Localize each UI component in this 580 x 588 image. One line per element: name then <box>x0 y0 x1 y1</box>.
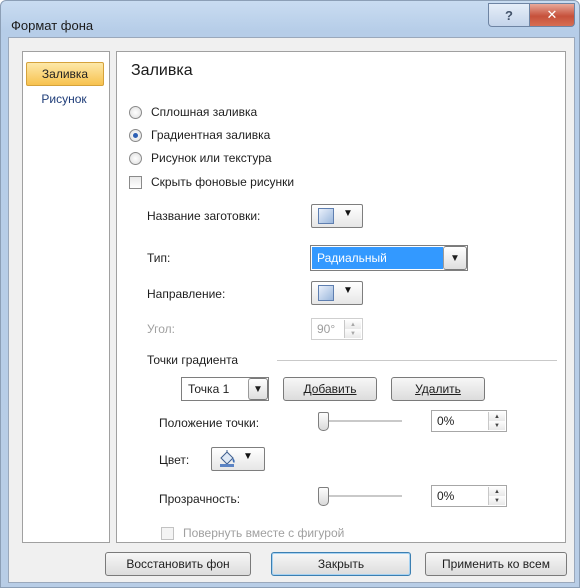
stop-position-spinner[interactable]: 0% ▲ ▼ <box>431 410 507 432</box>
solid-fill-label: Сплошная заливка <box>151 105 258 119</box>
rotate-with-shape-option[interactable]: Повернуть вместе с фигурой <box>161 524 344 542</box>
angle-spinner[interactable]: 90° ▲ ▼ <box>311 318 363 340</box>
category-item-label: Рисунок <box>41 92 87 106</box>
stop-position-slider[interactable] <box>318 411 402 431</box>
close-window-button[interactable]: ✕ <box>529 3 575 27</box>
spin-down-icon[interactable]: ▼ <box>489 421 505 430</box>
spin-up-icon[interactable]: ▲ <box>489 412 505 421</box>
dialog-title: Формат фона <box>11 18 94 33</box>
fill-settings-panel: Заливка Сплошная заливка Градиентная зал… <box>116 51 566 543</box>
color-label: Цвет: <box>159 453 190 467</box>
gradient-swatch-icon <box>318 208 334 224</box>
category-item-picture[interactable]: Рисунок <box>26 88 102 110</box>
hide-background-graphics-option[interactable]: Скрыть фоновые рисунки <box>129 173 294 191</box>
gradient-type-select[interactable]: Радиальный ▼ <box>310 245 468 271</box>
gradient-direction-icon <box>318 285 334 301</box>
gradient-stop-value: Точка 1 <box>188 382 230 396</box>
type-label: Тип: <box>147 251 171 265</box>
preset-label: Название заготовки: <box>147 209 261 223</box>
spinner-arrows[interactable]: ▲ ▼ <box>344 320 361 338</box>
solid-fill-radio[interactable] <box>129 105 142 119</box>
slider-track <box>318 495 402 497</box>
dialog-body: Заливка Рисунок Заливка Сплошная заливка… <box>8 37 575 583</box>
close-button[interactable]: Закрыть <box>271 552 411 576</box>
gradient-fill-option[interactable]: Градиентная заливка <box>129 126 270 144</box>
picture-texture-radio[interactable] <box>129 151 142 165</box>
spinner-arrows[interactable]: ▲ ▼ <box>488 487 505 505</box>
close-label: Закрыть <box>317 557 365 571</box>
slider-thumb[interactable] <box>318 487 329 506</box>
section-title: Заливка <box>131 62 193 79</box>
format-background-dialog: Формат фона ? ✕ Заливка Рисунок Заливка … <box>0 0 580 588</box>
gradient-fill-radio[interactable] <box>129 128 142 142</box>
chevron-down-icon[interactable]: ▼ <box>248 378 268 400</box>
transparency-label: Прозрачность: <box>159 492 241 506</box>
chevron-down-icon: ▼ <box>343 285 353 296</box>
add-stop-button[interactable]: Добавить <box>283 377 377 401</box>
slider-thumb[interactable] <box>318 412 329 431</box>
stop-position-value: 0% <box>437 414 455 428</box>
apply-to-all-button[interactable]: Применить ко всем <box>425 552 567 576</box>
picture-texture-label: Рисунок или текстура <box>151 151 272 165</box>
transparency-spinner[interactable]: 0% ▲ ▼ <box>431 485 507 507</box>
spin-down-icon[interactable]: ▼ <box>489 496 505 505</box>
spin-down-icon[interactable]: ▼ <box>345 329 361 338</box>
help-button[interactable]: ? <box>488 3 530 27</box>
category-list: Заливка Рисунок <box>22 51 110 543</box>
transparency-slider[interactable] <box>318 486 402 506</box>
solid-fill-option[interactable]: Сплошная заливка <box>129 103 257 121</box>
gradient-type-value: Радиальный <box>312 247 443 269</box>
remove-stop-button[interactable]: Удалить <box>391 377 485 401</box>
help-icon: ? <box>505 7 513 23</box>
color-picker-dropdown[interactable]: ▼ <box>211 447 265 471</box>
reset-background-label: Восстановить фон <box>126 557 230 571</box>
rotate-with-shape-checkbox[interactable] <box>161 526 174 540</box>
angle-label: Угол: <box>147 322 175 336</box>
gradient-fill-label: Градиентная заливка <box>151 128 271 142</box>
spin-up-icon[interactable]: ▲ <box>489 487 505 496</box>
direction-dropdown[interactable]: ▼ <box>311 281 363 305</box>
add-stop-label: Добавить <box>303 382 357 396</box>
apply-to-all-label: Применить ко всем <box>442 557 550 571</box>
chevron-down-icon[interactable]: ▼ <box>443 246 467 270</box>
picture-texture-option[interactable]: Рисунок или текстура <box>129 149 272 167</box>
remove-stop-label: Удалить <box>415 382 461 396</box>
hide-background-graphics-checkbox[interactable] <box>129 175 142 189</box>
direction-label: Направление: <box>147 287 226 301</box>
category-item-label: Заливка <box>41 67 89 81</box>
slider-track <box>318 420 402 422</box>
chevron-down-icon: ▼ <box>343 208 353 219</box>
transparency-value: 0% <box>437 489 455 503</box>
reset-background-button[interactable]: Восстановить фон <box>105 552 251 576</box>
spinner-arrows[interactable]: ▲ ▼ <box>488 412 505 430</box>
preset-gradient-dropdown[interactable]: ▼ <box>311 204 363 228</box>
stop-position-label: Положение точки: <box>159 416 260 430</box>
hide-background-graphics-label: Скрыть фоновые рисунки <box>151 175 295 189</box>
category-item-fill[interactable]: Заливка <box>26 62 104 86</box>
group-divider <box>277 360 557 361</box>
angle-value: 90° <box>317 322 336 336</box>
close-icon: ✕ <box>546 7 558 22</box>
chevron-down-icon: ▼ <box>243 451 253 462</box>
paint-bucket-icon <box>218 450 238 470</box>
gradient-stops-label: Точки градиента <box>147 353 239 367</box>
title-bar: Формат фона ? ✕ <box>1 1 579 37</box>
gradient-stop-select[interactable]: Точка 1 ▼ <box>181 377 269 401</box>
spin-up-icon[interactable]: ▲ <box>345 320 361 329</box>
rotate-with-shape-label: Повернуть вместе с фигурой <box>183 526 345 540</box>
